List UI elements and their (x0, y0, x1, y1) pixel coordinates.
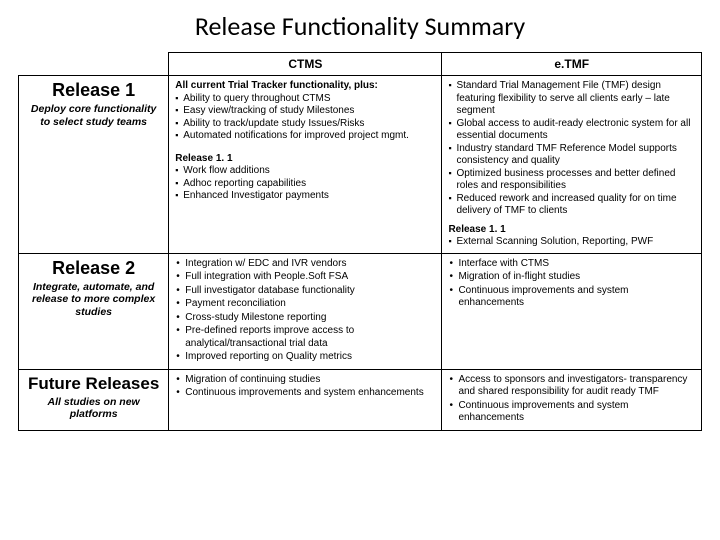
bullet-list: Migration of continuing studies Continuo… (175, 374, 435, 400)
list-item: Integration w/ EDC and IVR vendors (175, 258, 435, 271)
list-item: Industry standard TMF Reference Model su… (448, 143, 695, 168)
list-item: Reduced rework and increased quality for… (448, 193, 695, 218)
release-name: Release 2 (25, 258, 162, 279)
list-item: Interface with CTMS (448, 258, 695, 271)
cell-ctms-r2: Integration w/ EDC and IVR vendors Full … (169, 253, 442, 369)
table-header-row: CTMS e.TMF (19, 53, 702, 76)
table-row: Release 2 Integrate, automate, and relea… (19, 253, 702, 369)
row-head-release-2: Release 2 Integrate, automate, and relea… (19, 253, 169, 369)
release-subtitle: All studies on new platforms (25, 396, 162, 421)
cell-ctms-r1: All current Trial Tracker functionality,… (169, 76, 442, 254)
bullet-list: Work flow additions Adhoc reporting capa… (175, 165, 435, 203)
list-item: Payment reconciliation (175, 298, 435, 311)
lead-text: All current Trial Tracker functionality,… (175, 80, 435, 93)
release-subtitle: Deploy core functionality to select stud… (25, 103, 162, 128)
list-item: Enhanced Investigator payments (175, 190, 435, 203)
cell-ctms-future: Migration of continuing studies Continuo… (169, 369, 442, 430)
list-item: Continuous improvements and system enhan… (448, 285, 695, 310)
list-item: Work flow additions (175, 165, 435, 178)
bullet-list: Interface with CTMS Migration of in-flig… (448, 258, 695, 310)
bullet-list: Access to sponsors and investigators- tr… (448, 374, 695, 425)
list-item: Global access to audit-ready electronic … (448, 118, 695, 143)
list-item: Ability to query throughout CTMS (175, 93, 435, 106)
row-head-future: Future Releases All studies on new platf… (19, 369, 169, 430)
col-ctms: CTMS (169, 53, 442, 76)
list-item: Migration of in-flight studies (448, 271, 695, 284)
list-item: Optimized business processes and better … (448, 168, 695, 193)
list-item: Continuous improvements and system enhan… (175, 387, 435, 400)
list-item: Ability to track/update study Issues/Ris… (175, 118, 435, 131)
list-item: Pre-defined reports improve access to an… (175, 325, 435, 350)
cell-etmf-r1: Standard Trial Management File (TMF) des… (442, 76, 702, 254)
release-name: Future Releases (25, 374, 162, 394)
col-etmf: e.TMF (442, 53, 702, 76)
list-item: Full integration with People.Soft FSA (175, 271, 435, 284)
bullet-list: Integration w/ EDC and IVR vendors Full … (175, 258, 435, 364)
release-subtitle: Integrate, automate, and release to more… (25, 281, 162, 319)
list-item: Improved reporting on Quality metrics (175, 351, 435, 364)
list-item: Cross-study Milestone reporting (175, 312, 435, 325)
bullet-list: Standard Trial Management File (TMF) des… (448, 80, 695, 218)
table-row: Future Releases All studies on new platf… (19, 369, 702, 430)
list-item: External Scanning Solution, Reporting, P… (448, 236, 695, 249)
summary-table: CTMS e.TMF Release 1 Deploy core functio… (18, 52, 702, 431)
sub-heading: Release 1. 1 (175, 153, 435, 166)
release-name: Release 1 (25, 80, 162, 101)
col-blank (19, 53, 169, 76)
list-item: Standard Trial Management File (TMF) des… (448, 80, 695, 118)
list-item: Continuous improvements and system enhan… (448, 400, 695, 425)
sub-heading: Release 1. 1 (448, 224, 695, 237)
bullet-list: External Scanning Solution, Reporting, P… (448, 236, 695, 249)
bullet-list: Ability to query throughout CTMS Easy vi… (175, 93, 435, 143)
list-item: Adhoc reporting capabilities (175, 178, 435, 191)
page-title: Release Functionality Summary (18, 10, 702, 42)
cell-etmf-future: Access to sponsors and investigators- tr… (442, 369, 702, 430)
table-row: Release 1 Deploy core functionality to s… (19, 76, 702, 254)
row-head-release-1: Release 1 Deploy core functionality to s… (19, 76, 169, 254)
list-item: Migration of continuing studies (175, 374, 435, 387)
cell-etmf-r2: Interface with CTMS Migration of in-flig… (442, 253, 702, 369)
list-item: Access to sponsors and investigators- tr… (448, 374, 695, 399)
list-item: Full investigator database functionality (175, 285, 435, 298)
list-item: Easy view/tracking of study Milestones (175, 105, 435, 118)
list-item: Automated notifications for improved pro… (175, 130, 435, 143)
